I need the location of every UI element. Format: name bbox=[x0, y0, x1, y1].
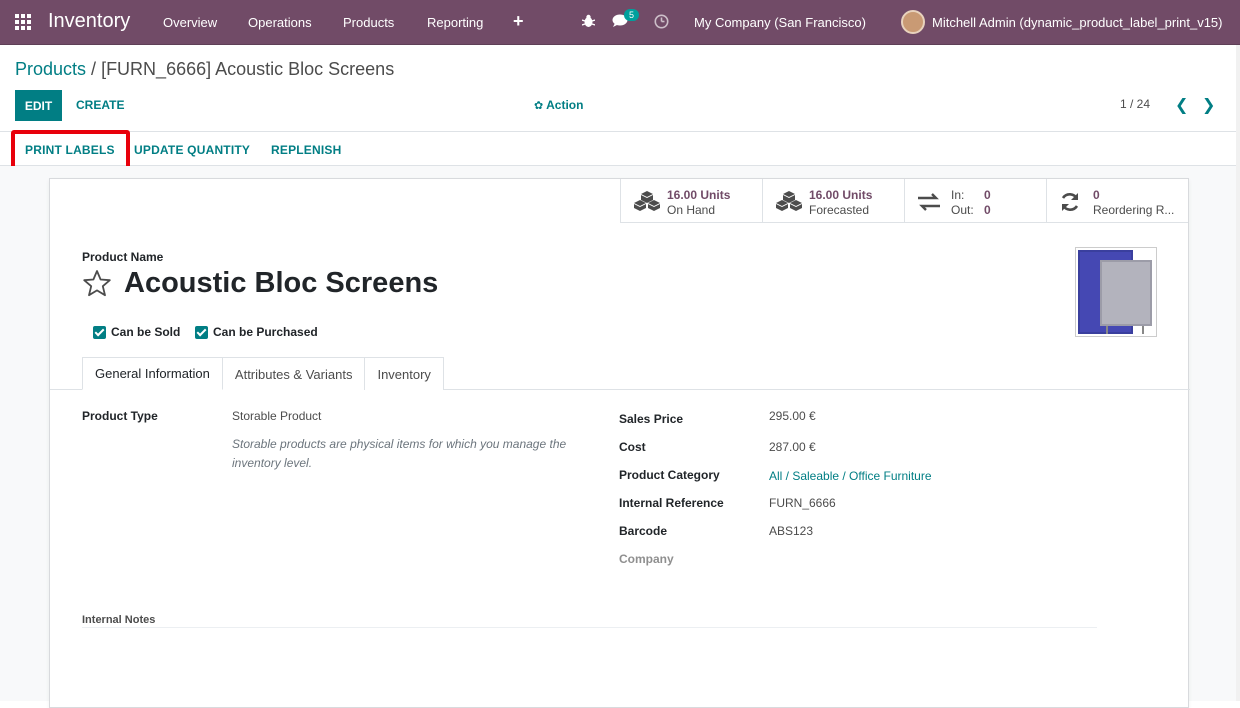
can-be-sold-checkbox[interactable] bbox=[93, 326, 106, 339]
internal-notes-field[interactable] bbox=[82, 627, 1097, 628]
chevron-left-icon[interactable]: ❮ bbox=[1175, 95, 1188, 115]
product-category-label: Product Category bbox=[619, 468, 720, 482]
product-image[interactable] bbox=[1075, 247, 1157, 337]
exchange-icon bbox=[917, 193, 941, 214]
product-name-label: Product Name bbox=[82, 250, 164, 264]
notebook-tabs: General Information Attributes & Variant… bbox=[82, 357, 444, 390]
out-label: Out: bbox=[951, 203, 974, 217]
highlight-box bbox=[11, 130, 130, 171]
reordering-value: 0 bbox=[1093, 188, 1100, 202]
in-label: In: bbox=[951, 188, 965, 202]
app-brand[interactable]: Inventory bbox=[48, 10, 130, 33]
cubes-icon bbox=[775, 190, 803, 215]
breadcrumb-current: [FURN_6666] Acoustic Bloc Screens bbox=[101, 59, 395, 79]
menu-reporting[interactable]: Reporting bbox=[427, 15, 483, 30]
form-sheet: 16.00 Units On Hand 16.00 Units Forecast… bbox=[49, 178, 1190, 708]
reordering-label: Reordering R... bbox=[1093, 203, 1175, 217]
star-icon[interactable] bbox=[82, 269, 112, 300]
internal-notes-label: Internal Notes bbox=[82, 614, 156, 626]
product-type-label: Product Type bbox=[82, 409, 158, 423]
on-hand-label: On Hand bbox=[667, 203, 716, 217]
product-type-help: Storable products are physical items for… bbox=[232, 437, 567, 470]
header-button-bar: PRINT LABELS UPDATE QUANTITY REPLENISH bbox=[0, 131, 1240, 166]
edit-button[interactable]: EDIT bbox=[15, 90, 62, 121]
forecasted-label: Forecasted bbox=[809, 203, 870, 217]
apps-menu-icon[interactable] bbox=[15, 14, 31, 30]
user-menu[interactable]: Mitchell Admin (dynamic_product_label_pr… bbox=[932, 15, 1222, 30]
product-category-value[interactable]: All / Saleable / Office Furniture bbox=[769, 469, 932, 483]
product-name[interactable]: Acoustic Bloc Screens bbox=[124, 267, 438, 300]
out-value: 0 bbox=[984, 203, 991, 217]
update-quantity-button[interactable]: UPDATE QUANTITY bbox=[134, 143, 250, 157]
in-value: 0 bbox=[984, 188, 991, 202]
breadcrumb: Products / [FURN_6666] Acoustic Bloc Scr… bbox=[15, 59, 394, 80]
user-avatar[interactable] bbox=[901, 10, 925, 34]
reordering-button[interactable]: 0 Reordering R... bbox=[1046, 179, 1188, 223]
breadcrumb-separator: / bbox=[86, 59, 102, 79]
company-label: Company bbox=[619, 552, 674, 566]
tab-general-information[interactable]: General Information bbox=[82, 357, 223, 390]
cost-value[interactable]: 287.00 € bbox=[769, 440, 816, 454]
page-scrollbar[interactable] bbox=[1236, 45, 1240, 701]
sales-price-value[interactable]: 295.00 € bbox=[769, 409, 816, 423]
menu-overview[interactable]: Overview bbox=[163, 15, 217, 30]
menu-operations[interactable]: Operations bbox=[248, 15, 312, 30]
product-type-value[interactable]: Storable Product bbox=[232, 409, 321, 423]
barcode-label: Barcode bbox=[619, 524, 668, 538]
cubes-icon bbox=[633, 190, 661, 215]
on-hand-button[interactable]: 16.00 Units On Hand bbox=[620, 179, 762, 223]
create-button[interactable]: CREATE bbox=[76, 98, 124, 112]
forecasted-button[interactable]: 16.00 Units Forecasted bbox=[762, 179, 904, 223]
replenish-button[interactable]: REPLENISH bbox=[271, 143, 341, 157]
cost-label: Cost bbox=[619, 440, 646, 454]
tab-inventory[interactable]: Inventory bbox=[364, 357, 444, 390]
breadcrumb-products[interactable]: Products bbox=[15, 59, 86, 79]
sales-price-label: Sales Price bbox=[619, 412, 684, 426]
menu-products[interactable]: Products bbox=[343, 15, 394, 30]
company-switcher[interactable]: My Company (San Francisco) bbox=[694, 15, 866, 30]
action-label: Action bbox=[546, 98, 584, 112]
on-hand-value: 16.00 Units bbox=[667, 188, 731, 202]
plus-icon[interactable]: + bbox=[513, 11, 524, 32]
barcode-value[interactable]: ABS123 bbox=[769, 524, 813, 538]
chevron-right-icon[interactable]: ❯ bbox=[1202, 95, 1215, 115]
action-dropdown[interactable]: ✿ Action bbox=[534, 98, 583, 112]
chat-badge: 5 bbox=[624, 9, 640, 21]
refresh-icon bbox=[1059, 191, 1081, 216]
clock-icon[interactable] bbox=[654, 14, 669, 32]
bug-icon[interactable] bbox=[581, 14, 596, 31]
can-be-purchased-checkbox[interactable] bbox=[195, 326, 208, 339]
tab-attributes-variants[interactable]: Attributes & Variants bbox=[221, 357, 366, 390]
gear-icon: ✿ bbox=[534, 100, 544, 112]
top-navbar: Inventory Overview Operations Products R… bbox=[0, 0, 1240, 45]
pager-value[interactable]: 1 / 24 bbox=[1120, 97, 1150, 111]
in-out-button[interactable]: In: 0 Out: 0 bbox=[904, 179, 1046, 223]
internal-reference-label: Internal Reference bbox=[619, 496, 724, 510]
can-be-purchased-label: Can be Purchased bbox=[213, 325, 318, 339]
smart-buttons: 16.00 Units On Hand 16.00 Units Forecast… bbox=[620, 179, 1188, 223]
internal-reference-value[interactable]: FURN_6666 bbox=[769, 496, 836, 510]
forecasted-value: 16.00 Units bbox=[809, 188, 873, 202]
can-be-sold-label: Can be Sold bbox=[111, 325, 181, 339]
